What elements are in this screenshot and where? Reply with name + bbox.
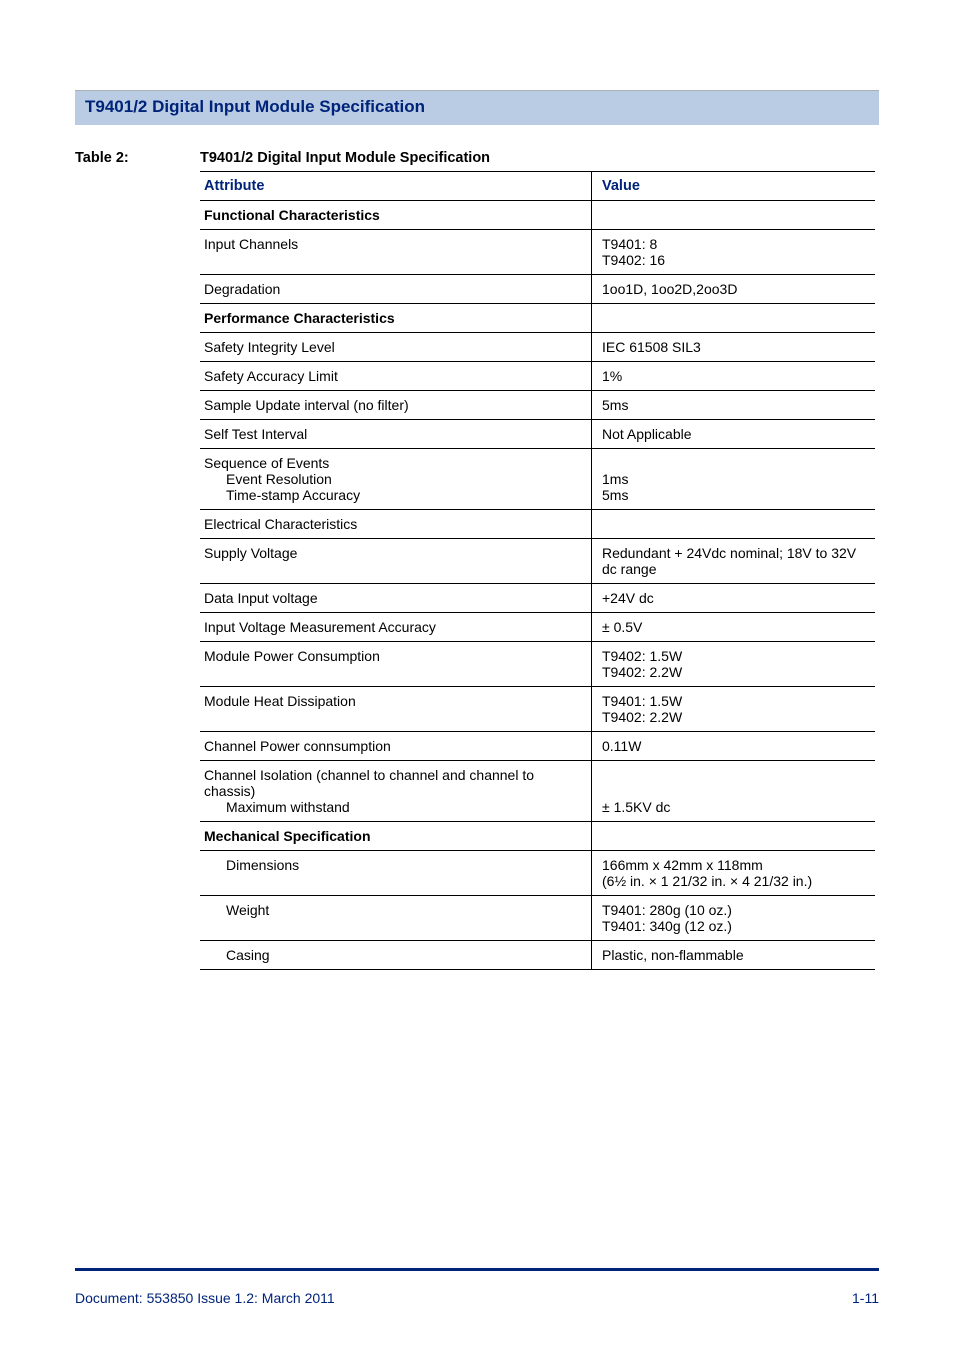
- row-attr: Safety Accuracy Limit: [200, 362, 592, 391]
- row-val: 1oo1D, 1oo2D,2oo3D: [592, 275, 876, 304]
- row-attr: Sample Update interval (no filter): [200, 391, 592, 420]
- attr-sub-line: Maximum withstand: [204, 799, 583, 815]
- table-row: Casing Plastic, non-flammable: [200, 941, 875, 970]
- attr-line: Dimensions: [204, 857, 583, 873]
- table-row: Module Power Consumption T9402: 1.5W T94…: [200, 642, 875, 687]
- table-row: Supply Voltage Redundant + 24Vdc nominal…: [200, 539, 875, 584]
- row-val: ± 0.5V: [592, 613, 876, 642]
- value-line: T9402: 2.2W: [602, 664, 682, 680]
- footer-document-id: Document: 553850 Issue 1.2: March 2011: [75, 1290, 335, 1306]
- row-val: T9401: 1.5W T9402: 2.2W: [592, 687, 876, 732]
- table-caption: T9401/2 Digital Input Module Specificati…: [200, 150, 490, 166]
- table-row: Channel Isolation (channel to channel an…: [200, 761, 875, 822]
- table-row: Data Input voltage +24V dc: [200, 584, 875, 613]
- value-line: T9401: 280g (10 oz.): [602, 902, 732, 918]
- table-row: Degradation 1oo1D, 1oo2D,2oo3D: [200, 275, 875, 304]
- row-val: [592, 201, 876, 230]
- row-val: IEC 61508 SIL3: [592, 333, 876, 362]
- page-footer: Document: 553850 Issue 1.2: March 2011 1…: [75, 1290, 879, 1306]
- row-val: ± 1.5KV dc: [592, 761, 876, 822]
- table-row: Sample Update interval (no filter) 5ms: [200, 391, 875, 420]
- header-attribute: Attribute: [200, 172, 592, 201]
- table-row: Mechanical Specification: [200, 822, 875, 851]
- attr-line: Channel Isolation (channel to channel an…: [204, 767, 534, 799]
- row-attr: Electrical Characteristics: [200, 510, 592, 539]
- table-row: Dimensions 166mm x 42mm x 118mm (6½ in. …: [200, 851, 875, 896]
- row-attr: Data Input voltage: [200, 584, 592, 613]
- row-attr: Functional Characteristics: [200, 201, 592, 230]
- section-title: T9401/2 Digital Input Module Specificati…: [85, 97, 425, 116]
- row-val: T9401: 8 T9402: 16: [592, 230, 876, 275]
- value-line: T9401: 340g (12 oz.): [602, 918, 732, 934]
- value-line: 5ms: [602, 487, 628, 503]
- table-row: Input Voltage Measurement Accuracy ± 0.5…: [200, 613, 875, 642]
- row-val: 0.11W: [592, 732, 876, 761]
- value-line: T9401: 8: [602, 236, 657, 252]
- row-val: 1%: [592, 362, 876, 391]
- table-row: Safety Integrity Level IEC 61508 SIL3: [200, 333, 875, 362]
- table-row: Channel Power connsumption 0.11W: [200, 732, 875, 761]
- attr-sub-line: Time-stamp Accuracy: [204, 487, 583, 503]
- row-attr: Sequence of Events Event Resolution Time…: [200, 449, 592, 510]
- row-attr: Weight: [200, 896, 592, 941]
- row-val: [592, 304, 876, 333]
- row-val: Not Applicable: [592, 420, 876, 449]
- value-line: T9402: 2.2W: [602, 709, 682, 725]
- table-row: Performance Characteristics: [200, 304, 875, 333]
- header-value: Value: [592, 172, 876, 201]
- row-attr: Mechanical Specification: [200, 822, 592, 851]
- row-val: +24V dc: [592, 584, 876, 613]
- row-val: 1ms 5ms: [592, 449, 876, 510]
- footer-rule: [75, 1268, 879, 1271]
- row-attr: Input Voltage Measurement Accuracy: [200, 613, 592, 642]
- row-val: 166mm x 42mm x 118mm (6½ in. × 1 21/32 i…: [592, 851, 876, 896]
- row-val: [592, 510, 876, 539]
- row-attr: Safety Integrity Level: [200, 333, 592, 362]
- row-attr: Dimensions: [200, 851, 592, 896]
- table-row: Self Test Interval Not Applicable: [200, 420, 875, 449]
- table-row: Electrical Characteristics: [200, 510, 875, 539]
- row-attr: Degradation: [200, 275, 592, 304]
- spec-table: Attribute Value Functional Characteristi…: [200, 171, 875, 970]
- table-row: Weight T9401: 280g (10 oz.) T9401: 340g …: [200, 896, 875, 941]
- row-val: Plastic, non-flammable: [592, 941, 876, 970]
- table-row: Functional Characteristics: [200, 201, 875, 230]
- row-val: T9402: 1.5W T9402: 2.2W: [592, 642, 876, 687]
- attr-line: Weight: [204, 902, 583, 918]
- row-attr: Channel Isolation (channel to channel an…: [200, 761, 592, 822]
- row-attr: Supply Voltage: [200, 539, 592, 584]
- row-attr: Self Test Interval: [200, 420, 592, 449]
- attr-line: Casing: [204, 947, 583, 963]
- row-attr: Input Channels: [200, 230, 592, 275]
- value-line: T9402: 16: [602, 252, 665, 268]
- section-band: T9401/2 Digital Input Module Specificati…: [75, 90, 879, 125]
- table-header-row: Attribute Value: [200, 172, 875, 201]
- row-val: 5ms: [592, 391, 876, 420]
- table-row: Input Channels T9401: 8 T9402: 16: [200, 230, 875, 275]
- value-line: 166mm x 42mm x 118mm: [602, 857, 763, 873]
- value-line: 1ms: [602, 471, 628, 487]
- attr-line: Sequence of Events: [204, 455, 329, 471]
- value-line: T9402: 1.5W: [602, 648, 682, 664]
- row-val: Redundant + 24Vdc nominal; 18V to 32V dc…: [592, 539, 876, 584]
- row-val: T9401: 280g (10 oz.) T9401: 340g (12 oz.…: [592, 896, 876, 941]
- row-val: [592, 822, 876, 851]
- value-line: T9401: 1.5W: [602, 693, 682, 709]
- table-row: Safety Accuracy Limit 1%: [200, 362, 875, 391]
- row-attr: Module Power Consumption: [200, 642, 592, 687]
- row-attr: Casing: [200, 941, 592, 970]
- value-line: (6½ in. × 1 21/32 in. × 4 21/32 in.): [602, 873, 812, 889]
- table-row: Sequence of Events Event Resolution Time…: [200, 449, 875, 510]
- value-line: ± 1.5KV dc: [602, 799, 670, 815]
- footer-page-number: 1-11: [852, 1290, 879, 1306]
- row-attr: Performance Characteristics: [200, 304, 592, 333]
- row-attr: Channel Power connsumption: [200, 732, 592, 761]
- attr-sub-line: Event Resolution: [204, 471, 583, 487]
- row-attr: Module Heat Dissipation: [200, 687, 592, 732]
- table-row: Module Heat Dissipation T9401: 1.5W T940…: [200, 687, 875, 732]
- table-number-label: Table 2:: [75, 150, 170, 166]
